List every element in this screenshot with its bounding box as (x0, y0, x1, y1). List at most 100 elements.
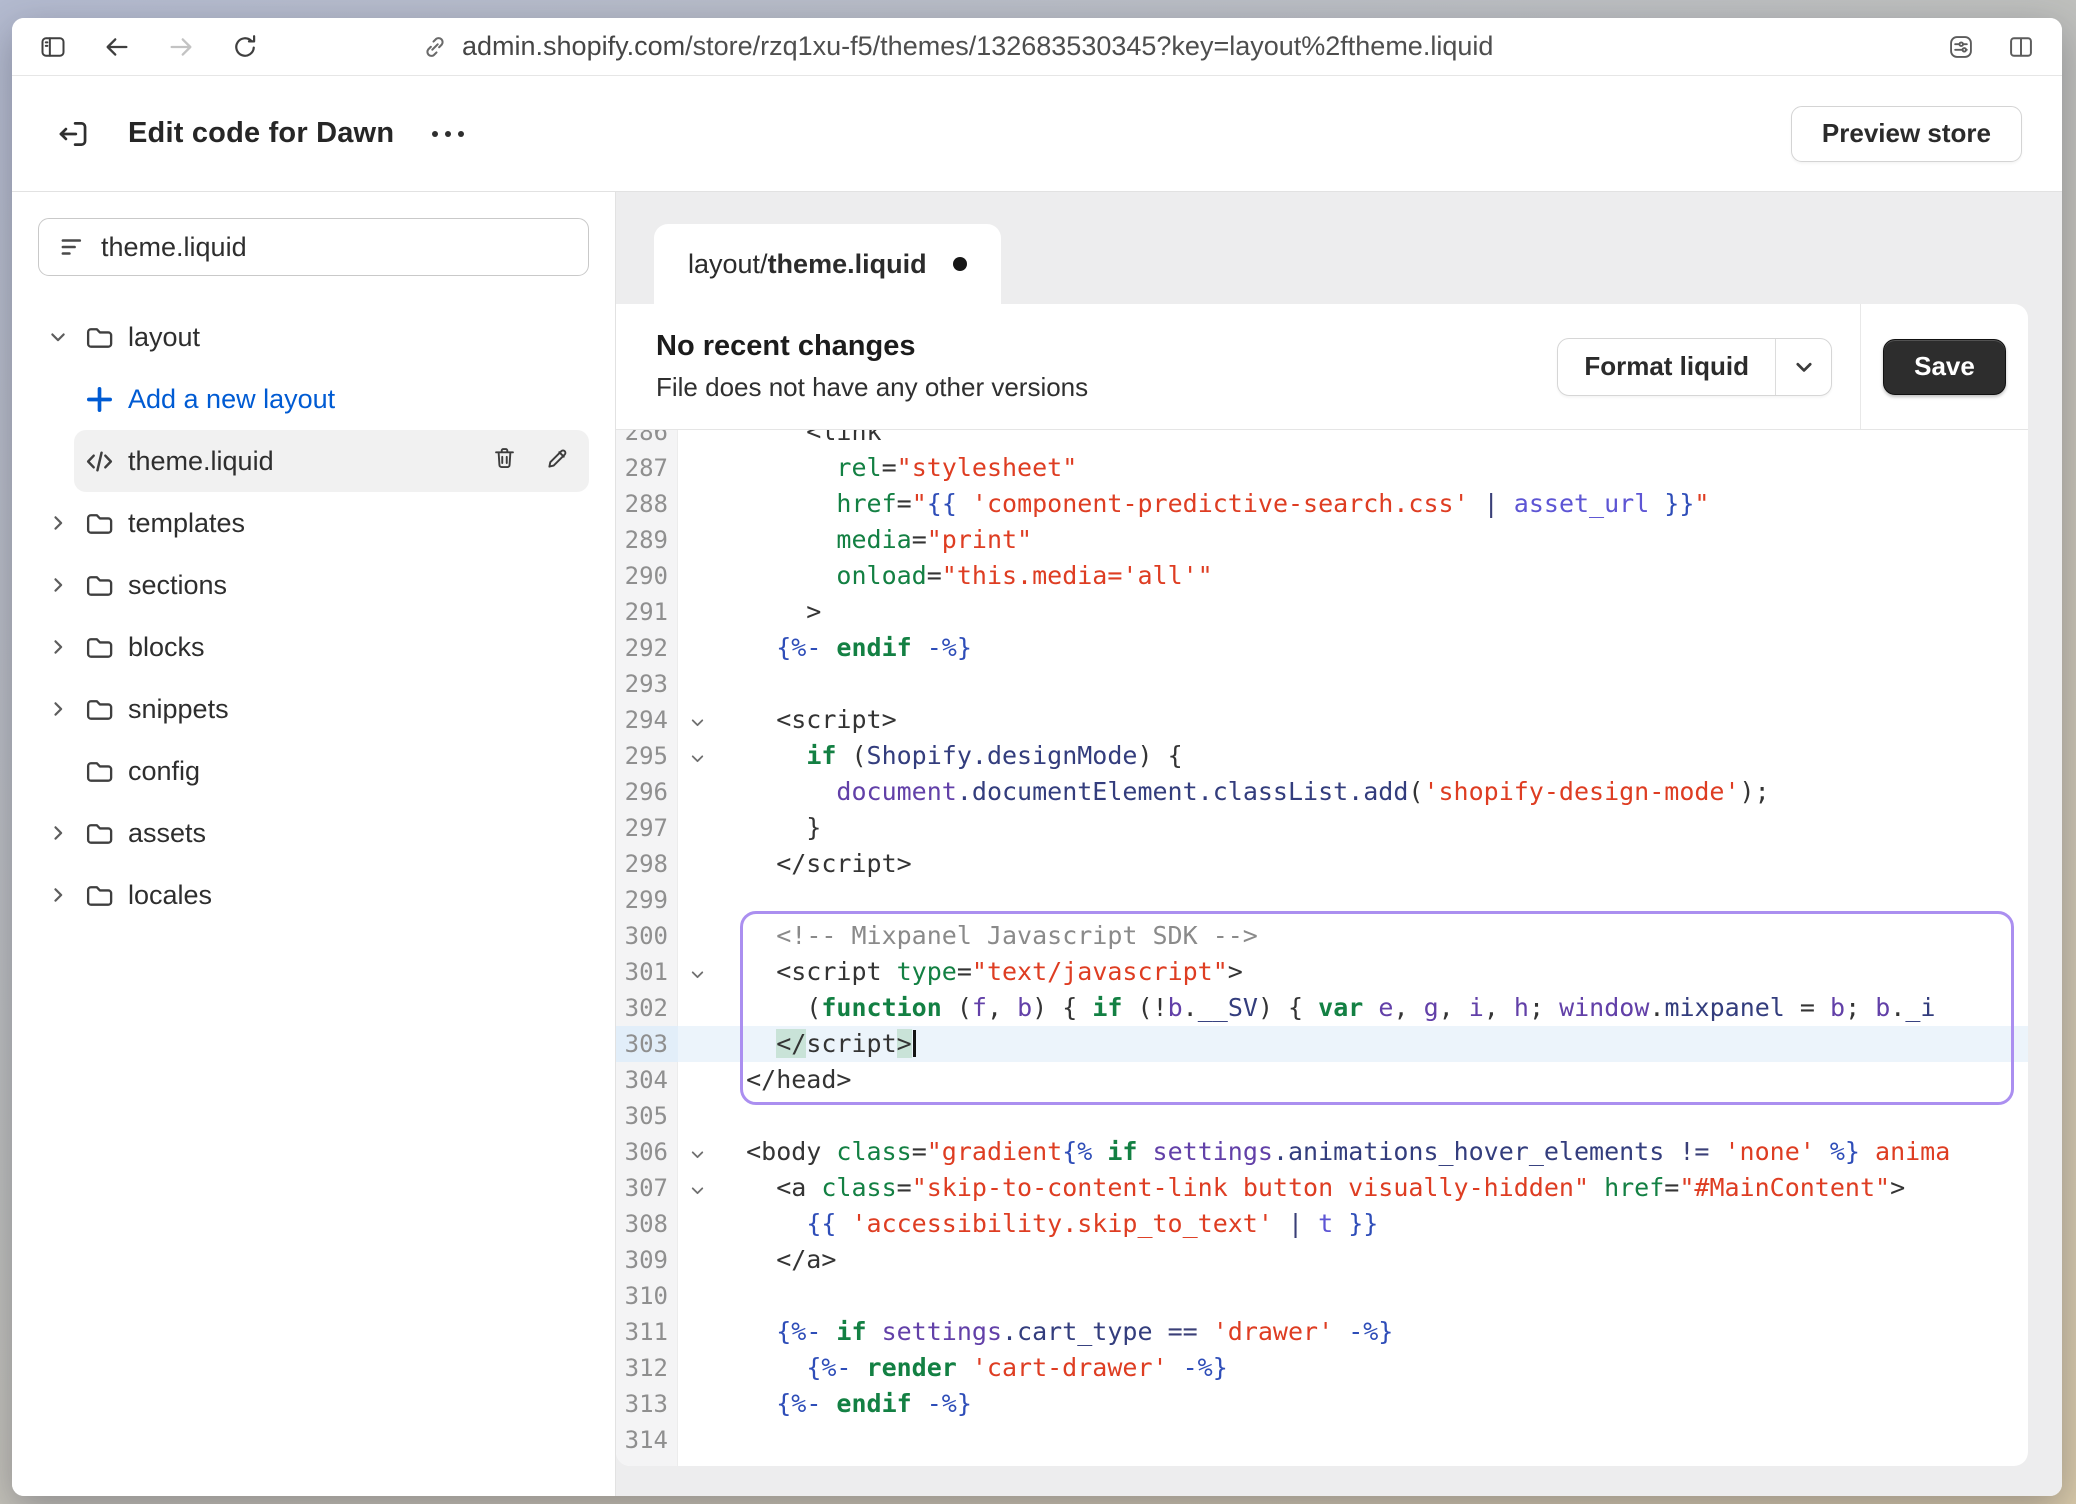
sidebar-item-layout[interactable]: layout (38, 306, 589, 368)
line-number[interactable]: 298 (616, 846, 678, 882)
code-line[interactable]: 291 > (616, 594, 2028, 630)
code-line[interactable]: 301 <script type="text/javascript"> (616, 954, 2028, 990)
address-bar[interactable]: admin.shopify.com/store/rzq1xu-f5/themes… (422, 31, 1926, 62)
code-line[interactable]: 296 document.documentElement.classList.a… (616, 774, 2028, 810)
line-number[interactable]: 300 (616, 918, 678, 954)
line-number[interactable]: 310 (616, 1278, 678, 1314)
forward-icon[interactable] (166, 32, 196, 62)
chevron-right-icon[interactable] (48, 511, 84, 535)
code-line[interactable]: 303 </script> (616, 1026, 2028, 1062)
line-number[interactable]: 299 (616, 882, 678, 918)
save-button[interactable]: Save (1883, 339, 2006, 395)
code-line[interactable]: 300 <!-- Mixpanel Javascript SDK --> (616, 918, 2028, 954)
line-number[interactable]: 312 (616, 1350, 678, 1386)
code-line[interactable]: 298 </script> (616, 846, 2028, 882)
sidebar-item-assets[interactable]: assets (38, 802, 589, 864)
chevron-right-icon[interactable] (48, 697, 84, 721)
line-number[interactable]: 293 (616, 666, 678, 702)
fold-caret-icon[interactable] (678, 962, 716, 983)
sidebar-item-templates[interactable]: templates (38, 492, 589, 554)
fold-caret-icon[interactable] (678, 1178, 716, 1199)
code-line[interactable]: 308 {{ 'accessibility.skip_to_text' | t … (616, 1206, 2028, 1242)
line-number[interactable]: 306 (616, 1134, 678, 1170)
sidebar-item-theme-liquid[interactable]: theme.liquid (74, 430, 589, 492)
code-line[interactable]: 292 {%- endif -%} (616, 630, 2028, 666)
code-line[interactable]: 289 media="print" (616, 522, 2028, 558)
code-line[interactable]: 297 } (616, 810, 2028, 846)
reload-icon[interactable] (230, 32, 260, 62)
line-number[interactable]: 309 (616, 1242, 678, 1278)
line-number[interactable]: 307 (616, 1170, 678, 1206)
chevron-right-icon[interactable] (48, 883, 84, 907)
code-line[interactable]: 299 (616, 882, 2028, 918)
sidebar-item-locales[interactable]: locales (38, 864, 589, 926)
line-number[interactable]: 286 (616, 430, 678, 450)
more-actions-icon[interactable] (424, 117, 472, 151)
fold-caret-icon[interactable] (678, 1142, 716, 1163)
file-search-input[interactable]: theme.liquid (38, 218, 589, 276)
back-icon[interactable] (102, 32, 132, 62)
line-number[interactable]: 294 (616, 702, 678, 738)
fold-caret-icon[interactable] (678, 710, 716, 731)
split-view-icon[interactable] (2006, 32, 2036, 62)
sidebar-item-config[interactable]: config (38, 740, 589, 802)
code-line[interactable]: 287 rel="stylesheet" (616, 450, 2028, 486)
code-line[interactable]: 314 (616, 1422, 2028, 1458)
sidebar-item-label: snippets (128, 694, 577, 725)
code-line[interactable]: 312 {%- render 'cart-drawer' -%} (616, 1350, 2028, 1386)
line-number[interactable]: 291 (616, 594, 678, 630)
line-number[interactable]: 301 (616, 954, 678, 990)
browser-sidebar-toggle-icon[interactable] (38, 32, 68, 62)
sidebar-item-blocks[interactable]: blocks (38, 616, 589, 678)
chevron-down-icon[interactable] (48, 325, 84, 349)
code-line[interactable]: 294 <script> (616, 702, 2028, 738)
browser-extensions-icon[interactable] (1946, 32, 1976, 62)
code-line[interactable]: 306 <body class="gradient{% if settings.… (616, 1134, 2028, 1170)
line-number[interactable]: 314 (616, 1422, 678, 1458)
line-number[interactable]: 289 (616, 522, 678, 558)
line-number[interactable]: 305 (616, 1098, 678, 1134)
line-number[interactable]: 313 (616, 1386, 678, 1422)
line-number[interactable]: 287 (616, 450, 678, 486)
tab-theme-liquid[interactable]: layout/theme.liquid (654, 224, 1001, 304)
code-text: if (Shopify.designMode) { (716, 738, 2028, 774)
line-number[interactable]: 296 (616, 774, 678, 810)
code-line[interactable]: 286 <link (616, 430, 2028, 450)
code-line[interactable]: 290 onload="this.media='all'" (616, 558, 2028, 594)
line-number[interactable]: 292 (616, 630, 678, 666)
code-editor[interactable]: 286 <link287 rel="stylesheet"288 href="{… (616, 430, 2028, 1466)
line-number[interactable]: 302 (616, 990, 678, 1026)
chevron-right-icon[interactable] (48, 821, 84, 845)
code-line[interactable]: 307 <a class="skip-to-content-link butto… (616, 1170, 2028, 1206)
chevron-right-icon[interactable] (48, 573, 84, 597)
fold-caret-icon[interactable] (678, 746, 716, 767)
line-number[interactable]: 304 (616, 1062, 678, 1098)
code-line[interactable]: 293 (616, 666, 2028, 702)
sidebar-item-sections[interactable]: sections (38, 554, 589, 616)
preview-store-button[interactable]: Preview store (1791, 106, 2022, 162)
code-line[interactable]: 302 (function (f, b) { if (!b.__SV) { va… (616, 990, 2028, 1026)
chevron-right-icon[interactable] (48, 635, 84, 659)
code-line[interactable]: 313 {%- endif -%} (616, 1386, 2028, 1422)
line-number[interactable]: 303 (616, 1026, 678, 1062)
code-line[interactable]: 305 (616, 1098, 2028, 1134)
sidebar-item-snippets[interactable]: snippets (38, 678, 589, 740)
format-liquid-button[interactable]: Format liquid (1558, 339, 1775, 395)
code-line[interactable]: 288 href="{{ 'component-predictive-searc… (616, 486, 2028, 522)
code-line[interactable]: 311 {%- if settings.cart_type == 'drawer… (616, 1314, 2028, 1350)
line-number[interactable]: 295 (616, 738, 678, 774)
line-number[interactable]: 308 (616, 1206, 678, 1242)
format-options-chevron-down-icon[interactable] (1775, 339, 1831, 395)
line-number[interactable]: 297 (616, 810, 678, 846)
sidebar-item-add-a-new-layout[interactable]: Add a new layout (74, 368, 589, 430)
code-line[interactable]: 295 if (Shopify.designMode) { (616, 738, 2028, 774)
line-number[interactable]: 288 (616, 486, 678, 522)
line-number[interactable]: 290 (616, 558, 678, 594)
trash-icon[interactable] (491, 445, 518, 477)
code-line[interactable]: 304 </head> (616, 1062, 2028, 1098)
code-line[interactable]: 310 (616, 1278, 2028, 1314)
exit-icon[interactable] (52, 113, 94, 155)
pencil-icon[interactable] (544, 445, 571, 477)
line-number[interactable]: 311 (616, 1314, 678, 1350)
code-line[interactable]: 309 </a> (616, 1242, 2028, 1278)
